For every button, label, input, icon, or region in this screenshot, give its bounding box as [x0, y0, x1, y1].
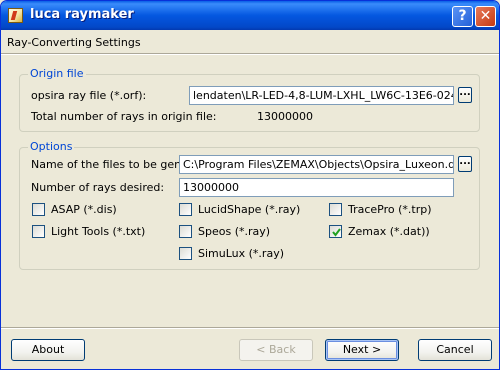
tracepro-checkbox-label: TracePro (*.trp) [348, 203, 432, 216]
back-button[interactable]: < Back [239, 339, 313, 361]
speos-checkbox[interactable] [179, 225, 192, 238]
checkmark-icon [332, 228, 341, 237]
title-bar[interactable]: luca raymaker ? ✕ [1, 1, 499, 30]
rays-desired-label: Number of rays desired: [31, 181, 165, 194]
help-button[interactable]: ? [452, 6, 473, 27]
files-name-input[interactable]: C:\Program Files\ZEMAX\Objects\Opsira_Lu… [179, 155, 454, 174]
total-rays-label: Total number of rays in origin file: [31, 110, 217, 123]
rays-desired-input[interactable]: 13000000 [179, 178, 454, 197]
files-name-browse-button[interactable]: ... [458, 156, 472, 172]
options-group-title: Options [28, 140, 75, 153]
page-subtitle: Ray-Converting Settings [7, 36, 141, 49]
cancel-button[interactable]: Cancel [418, 339, 492, 361]
origin-file-group-title: Origin file [28, 67, 86, 80]
asap-checkbox[interactable] [32, 203, 45, 216]
dialog-window: luca raymaker ? ✕ Ray-Converting Setting… [0, 0, 500, 370]
footer-divider [1, 327, 499, 329]
app-icon [8, 8, 23, 23]
lucidshape-checkbox[interactable] [179, 203, 192, 216]
speos-checkbox-label: Speos (*.ray) [198, 225, 271, 238]
ray-file-input[interactable]: lendaten\LR-LED-4,8-LUM-LXHL_LW6C-13E6-0… [189, 86, 454, 105]
total-rays-value: 13000000 [257, 110, 313, 123]
lighttools-checkbox[interactable] [32, 225, 45, 238]
ray-file-browse-button[interactable]: ... [458, 87, 472, 103]
lighttools-checkbox-label: Light Tools (*.txt) [51, 225, 146, 238]
about-button[interactable]: About [11, 339, 85, 361]
tracepro-checkbox[interactable] [329, 203, 342, 216]
next-button[interactable]: Next > [325, 339, 399, 361]
zemax-checkbox[interactable] [329, 225, 342, 238]
zemax-checkbox-label: Zemax (*.dat)) [348, 225, 430, 238]
header-divider [1, 53, 499, 55]
lucidshape-checkbox-label: LucidShape (*.ray) [198, 203, 301, 216]
close-button[interactable]: ✕ [475, 6, 496, 27]
simulux-checkbox-label: SimuLux (*.ray) [198, 247, 284, 260]
asap-checkbox-label: ASAP (*.dis) [51, 203, 117, 216]
ray-file-label: opsira ray file (*.orf): [31, 89, 147, 102]
window-title: luca raymaker [30, 7, 134, 22]
simulux-checkbox[interactable] [179, 247, 192, 260]
